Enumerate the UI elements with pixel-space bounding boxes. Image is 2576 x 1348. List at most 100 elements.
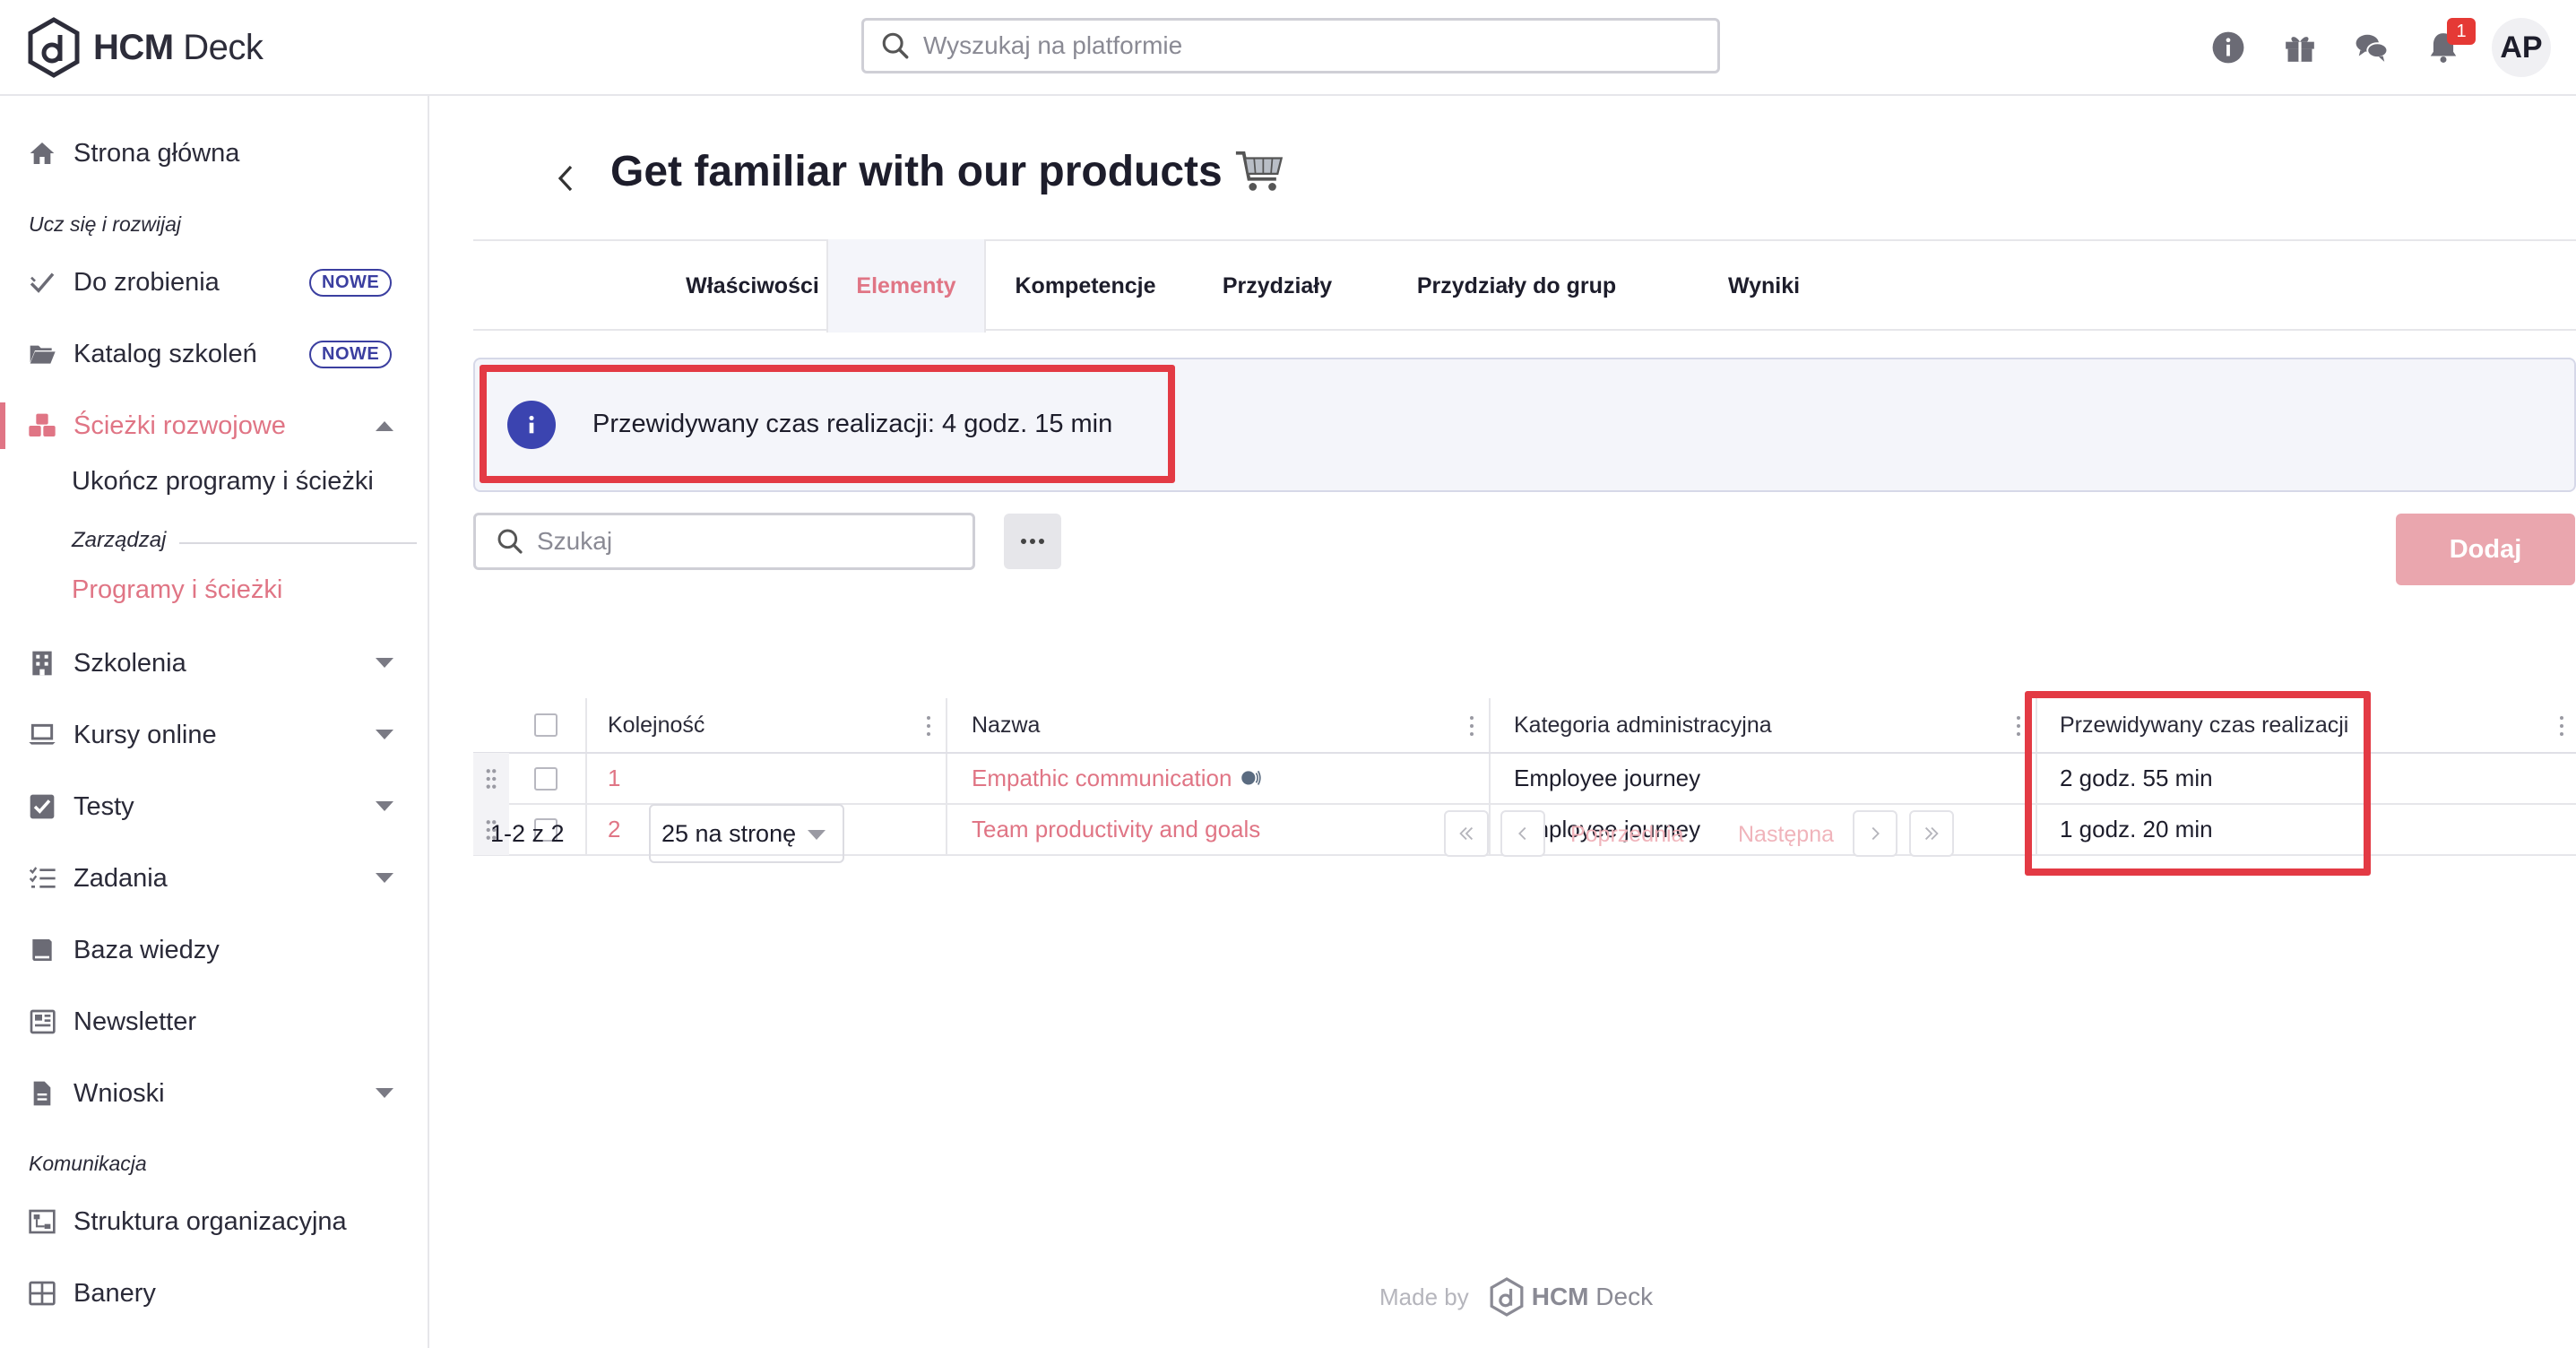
chevron-down-icon (376, 730, 393, 739)
brand-name: HCM Deck (93, 27, 264, 67)
chevron-up-icon (376, 421, 393, 431)
tab-properties[interactable]: Właściwości (653, 241, 852, 331)
tab-assignments[interactable]: Przydziały (1185, 241, 1370, 331)
platform-search-input[interactable] (923, 31, 1694, 60)
column-menu-icon[interactable] (927, 716, 932, 736)
banner-icon (29, 1281, 56, 1306)
elements-search[interactable] (473, 513, 975, 570)
first-page-button[interactable] (1444, 810, 1489, 857)
chevron-left-icon (1518, 826, 1526, 841)
back-button[interactable] (548, 151, 583, 205)
sidebar-item-label: Do zrobienia (73, 267, 220, 297)
search-icon (497, 529, 523, 554)
sidebar-item-todo[interactable]: Do zrobienia NOWE (0, 255, 428, 309)
tab-results[interactable]: Wyniki (1664, 241, 1864, 331)
row-checkbox[interactable] (534, 766, 558, 791)
chevron-down-icon (808, 830, 826, 840)
chevron-left-icon (558, 165, 573, 192)
sidebar-item-org[interactable]: Struktura organizacyjna (0, 1195, 428, 1249)
header-order[interactable]: Kolejność (608, 698, 705, 752)
sidebar-item-label: Ścieżki rozwojowe (73, 410, 286, 440)
column-menu-icon[interactable] (2560, 716, 2565, 736)
highlight-box-total-time (480, 365, 1175, 483)
book-icon (32, 939, 52, 961)
platform-search[interactable] (861, 18, 1720, 73)
sidebar-item-label: Katalog szkoleń (73, 339, 257, 368)
new-badge: NOWE (309, 340, 393, 368)
sidebar-item-label: Newsletter (73, 1007, 196, 1036)
double-chevron-right-icon (1924, 826, 1939, 841)
footer: Made by HCM Deck (1379, 1277, 1653, 1317)
notification-count-badge: 1 (2447, 18, 2476, 45)
main-content: Get familiar with our products Właściwoś… (431, 96, 2576, 1348)
next-page-label[interactable]: Następna (1738, 822, 1834, 848)
tab-competencies[interactable]: Kompetencje (986, 241, 1185, 331)
sidebar-item-requests[interactable]: Wnioski (0, 1067, 428, 1120)
sidebar-subitem-programs[interactable]: Programy i ścieżki (72, 575, 282, 605)
sidebar-item-courses[interactable]: Kursy online (0, 708, 428, 762)
sidebar-item-label: Banery (73, 1278, 156, 1308)
next-page-button[interactable] (1853, 810, 1897, 857)
header-category[interactable]: Kategoria administracyjna (1514, 698, 1772, 752)
sidebar-subheading-manage: Zarządzaj (72, 528, 417, 553)
more-options-button[interactable] (1004, 514, 1061, 569)
sidebar-item-label: Baza wiedzy (73, 935, 220, 964)
row-order: 1 (608, 765, 621, 791)
sidebar-item-banners[interactable]: Banery (0, 1266, 428, 1320)
elements-search-input[interactable] (537, 527, 967, 556)
row-category: Employee journey (1514, 765, 1701, 791)
prev-page-label[interactable]: Poprzednia (1570, 822, 1683, 848)
drag-handle-icon[interactable] (473, 753, 509, 804)
prev-page-button[interactable] (1500, 810, 1545, 857)
footer-brand[interactable]: HCM Deck (1532, 1283, 1653, 1311)
info-button[interactable] (2192, 16, 2264, 79)
info-icon (2212, 31, 2244, 64)
select-all-checkbox[interactable] (534, 713, 558, 737)
hcm-deck-logo-icon (1490, 1277, 1524, 1317)
sidebar-item-label: Zadania (73, 863, 168, 893)
sidebar-item-newsletter[interactable]: Newsletter (0, 995, 428, 1049)
chevron-down-icon (376, 658, 393, 668)
chevron-down-icon (376, 801, 393, 811)
header-name[interactable]: Nazwa (972, 698, 1040, 752)
sidebar-item-label: Szkolenia (73, 648, 186, 678)
avatar[interactable]: AP (2492, 18, 2551, 77)
made-by-label: Made by (1379, 1283, 1469, 1310)
gift-button[interactable] (2264, 16, 2336, 79)
section-label-communication: Komunikacja (29, 1152, 147, 1175)
sidebar-item-trainings[interactable]: Szkolenia (0, 636, 428, 690)
folder-icon (30, 345, 56, 364)
sidebar-item-paths[interactable]: Ścieżki rozwojowe (0, 399, 428, 453)
chevron-down-icon (376, 1088, 393, 1098)
row-name-link[interactable]: Empathic communication (972, 754, 1262, 803)
row-name-link[interactable]: Team productivity and goals (972, 805, 1260, 854)
sidebar-item-home[interactable]: Strona główna (0, 126, 428, 180)
tab-group-assignments[interactable]: Przydziały do grup (1370, 241, 1664, 331)
sidebar-item-knowledge[interactable]: Baza wiedzy (0, 923, 428, 977)
logo[interactable]: HCM Deck (27, 16, 264, 79)
sidebar-subitem-complete[interactable]: Ukończ programy i ścieżki (72, 467, 374, 497)
home-icon (30, 143, 55, 164)
chevron-down-icon (376, 873, 393, 883)
highlight-box-time-column (2025, 691, 2371, 876)
column-menu-icon[interactable] (2017, 716, 2022, 736)
sidebar-item-label: Kursy online (73, 720, 217, 749)
sidebar-item-tests[interactable]: Testy (0, 780, 428, 834)
sidebar-item-tasks[interactable]: Zadania (0, 851, 428, 905)
paths-icon (29, 413, 56, 436)
sidebar: Strona główna Ucz się i rozwijaj Do zrob… (0, 96, 429, 1348)
sidebar-item-label: Wnioski (73, 1078, 165, 1108)
notifications-button[interactable]: 1 (2407, 16, 2479, 79)
last-page-button[interactable] (1909, 810, 1954, 857)
sidebar-item-catalog[interactable]: Katalog szkoleń NOWE (0, 327, 428, 381)
pagination-range: 1-2 z 2 (490, 820, 565, 847)
more-horizontal-icon (1021, 539, 1044, 544)
page-title: Get familiar with our products (610, 145, 1285, 197)
add-button[interactable]: Dodaj (2396, 514, 2575, 585)
column-menu-icon[interactable] (1470, 716, 1475, 736)
cart-icon (1235, 151, 1283, 191)
tab-elements[interactable]: Elementy (826, 239, 986, 333)
list-icon (29, 867, 56, 888)
per-page-select[interactable]: 25 na stronę (649, 804, 844, 863)
messages-button[interactable] (2336, 16, 2407, 79)
